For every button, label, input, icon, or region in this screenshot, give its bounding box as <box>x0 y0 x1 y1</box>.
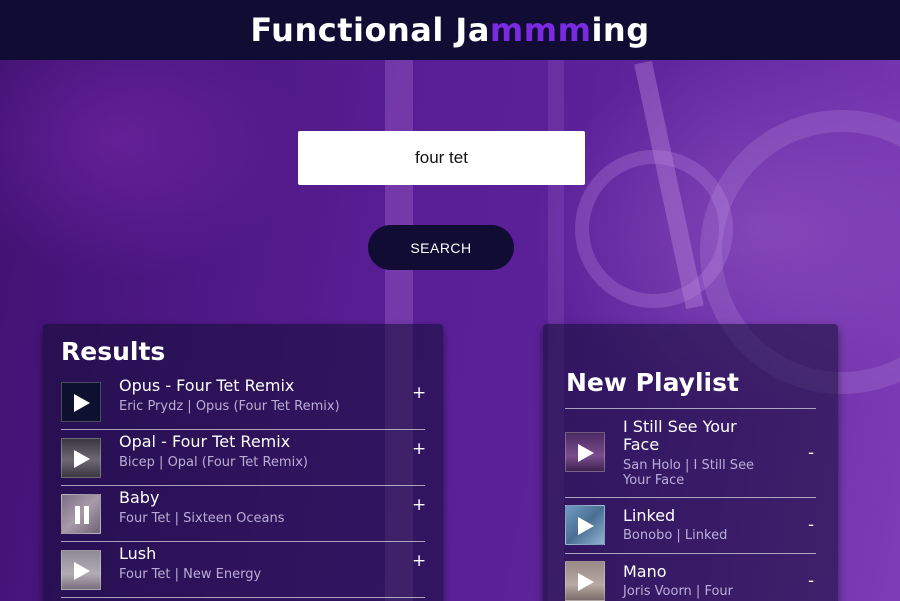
track-name: Mano <box>623 562 667 581</box>
results-title: Results <box>61 337 166 366</box>
playlist-panel: New Playlist I Still See Your Face San H… <box>543 324 838 601</box>
track-artist-album: Eric Prydz | Opus (Four Tet Remix) <box>119 399 340 414</box>
play-icon[interactable] <box>74 394 90 412</box>
track-artist-album: Joris Voorn | Four <box>623 584 733 599</box>
remove-track-button[interactable]: - <box>808 443 814 463</box>
add-track-button[interactable]: + <box>412 495 426 515</box>
album-thumbnail[interactable] <box>61 494 101 534</box>
add-track-button[interactable]: + <box>412 551 426 571</box>
track-name: Linked <box>623 506 676 525</box>
track-name: I Still See Your Face <box>623 417 737 454</box>
playlist-title[interactable]: New Playlist <box>566 368 739 397</box>
playlist-track: Mano Joris Voorn | Four - <box>565 554 816 601</box>
results-panel: Results Opus - Four Tet Remix Eric Prydz… <box>43 324 443 601</box>
add-track-button[interactable]: + <box>412 383 426 403</box>
album-thumbnail[interactable] <box>61 550 101 590</box>
track-name: Opus - Four Tet Remix <box>119 376 295 395</box>
play-icon[interactable] <box>74 562 90 580</box>
play-icon[interactable] <box>578 444 594 462</box>
album-thumbnail[interactable] <box>61 382 101 422</box>
album-thumbnail[interactable] <box>565 432 605 472</box>
app-title-accent: mmm <box>489 11 592 49</box>
play-icon[interactable] <box>578 517 594 535</box>
track-artist-album: Four Tet | Sixteen Oceans <box>119 511 285 526</box>
add-track-button[interactable]: + <box>412 439 426 459</box>
results-track: Baby Four Tet | Sixteen Oceans + <box>61 486 426 542</box>
track-name: Baby <box>119 488 160 507</box>
album-thumbnail[interactable] <box>565 561 605 601</box>
app-header: Functional Jammming <box>0 0 900 60</box>
track-artist-album: Bicep | Opal (Four Tet Remix) <box>119 455 308 470</box>
track-artist-album: San Holo | I Still See Your Face <box>623 458 755 488</box>
playlist-track: Linked Bonobo | Linked - <box>565 498 816 554</box>
track-artist-album: Four Tet | New Energy <box>119 567 262 582</box>
track-name: Opal - Four Tet Remix <box>119 432 291 451</box>
track-name: Lush <box>119 544 157 563</box>
app-title: Functional Jammming <box>250 11 650 49</box>
play-icon[interactable] <box>74 450 90 468</box>
search-input[interactable] <box>298 131 585 185</box>
remove-track-button[interactable]: - <box>808 571 814 591</box>
play-icon[interactable] <box>578 573 594 591</box>
album-thumbnail[interactable] <box>565 505 605 545</box>
search-button[interactable]: SEARCH <box>368 225 514 270</box>
results-track: Lush Four Tet | New Energy + <box>61 542 426 598</box>
remove-track-button[interactable]: - <box>808 515 814 535</box>
results-track: Opal - Four Tet Remix Bicep | Opal (Four… <box>61 430 426 486</box>
album-thumbnail[interactable] <box>61 438 101 478</box>
track-artist-album: Bonobo | Linked <box>623 528 728 543</box>
playlist-track: I Still See Your Face San Holo | I Still… <box>565 409 816 498</box>
pause-icon[interactable] <box>75 506 80 524</box>
results-track: Opus - Four Tet Remix Eric Prydz | Opus … <box>61 374 426 430</box>
